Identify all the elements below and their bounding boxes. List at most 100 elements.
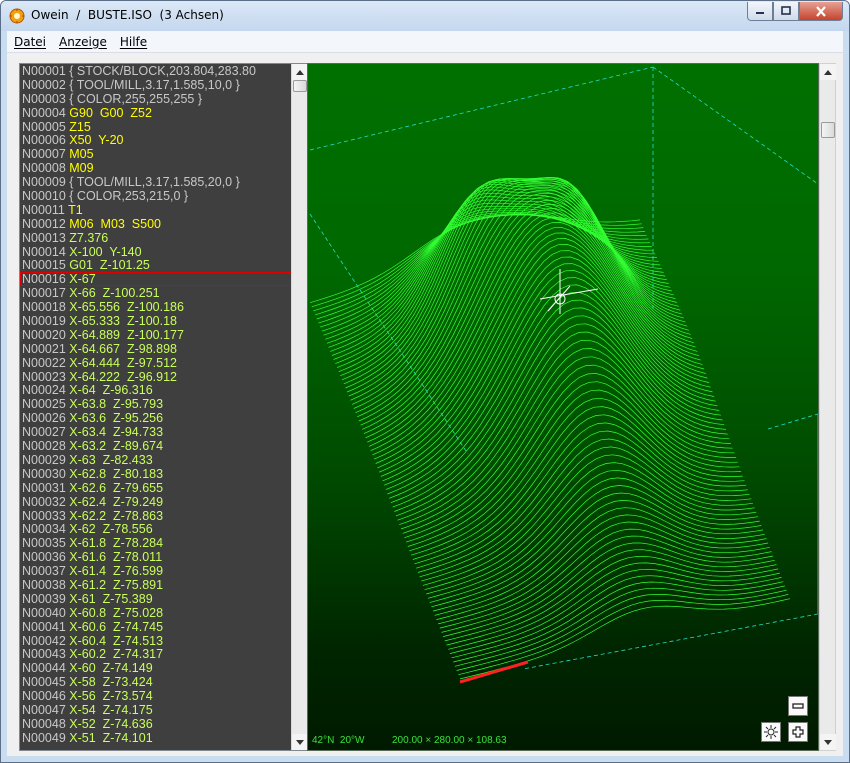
code-text: X-66 Z-100.251 <box>69 286 160 301</box>
code-text: T1 <box>68 202 83 217</box>
code-line[interactable]: N00045 X-58 Z-73.424 <box>20 675 292 689</box>
code-line[interactable]: N00035 X-61.8 Z-78.284 <box>20 536 292 550</box>
code-text: X-56 Z-73.574 <box>69 689 153 704</box>
line-number: N00007 <box>22 147 70 162</box>
code-line[interactable]: N00015 G01 Z-101.25 <box>20 258 292 272</box>
code-line[interactable]: N00014 X-100 Y-140 <box>20 245 292 259</box>
scroll-up-button[interactable] <box>292 64 308 80</box>
code-line[interactable]: N00008 M09 <box>20 161 292 175</box>
menu-hilfe[interactable]: Hilfe <box>113 35 153 49</box>
code-line[interactable]: N00027 X-63.4 Z-94.733 <box>20 425 292 439</box>
line-number: N00010 <box>22 189 70 204</box>
nc-code-list[interactable]: N00001 { STOCK/BLOCK,203.804,283.80 N0000… <box>20 64 292 750</box>
code-line[interactable]: N00023 X-64.222 Z-96.912 <box>20 370 292 384</box>
code-text: X-62.6 Z-79.655 <box>69 480 164 495</box>
code-line[interactable]: N00006 X50 Y-20 <box>20 133 292 147</box>
client-area: N00001 { STOCK/BLOCK,203.804,283.80 N0000… <box>7 53 843 756</box>
maximize-button[interactable] <box>773 2 799 21</box>
line-number: N00041 <box>22 619 70 634</box>
code-text: X-63 Z-82.433 <box>69 452 153 467</box>
code-line[interactable]: N00004 G90 G00 Z52 <box>20 106 292 120</box>
code-scrollbar[interactable] <box>291 64 308 750</box>
code-text: X-60.6 Z-74.745 <box>69 619 164 634</box>
reset-view-button[interactable] <box>761 722 781 742</box>
code-line[interactable]: N00021 X-64.667 Z-98.898 <box>20 342 292 356</box>
viewport-scroll-up[interactable] <box>820 64 836 80</box>
code-line[interactable]: N00001 { STOCK/BLOCK,203.804,283.80 <box>20 64 292 78</box>
code-line[interactable]: N00013 Z7.376 <box>20 231 292 245</box>
code-line[interactable]: N00025 X-63.8 Z-95.793 <box>20 397 292 411</box>
chevron-up-icon <box>296 69 304 75</box>
mesh-contour-line <box>389 292 720 499</box>
line-number: N00040 <box>22 605 70 620</box>
code-line[interactable]: N00009 { TOOL/MILL,3.17,1.585,20,0 } <box>20 175 292 189</box>
code-line[interactable]: N00034 X-62 Z-78.556 <box>20 522 292 536</box>
mesh-contour-line <box>377 244 708 469</box>
code-line[interactable]: N00019 X-65.333 Z-100.18 <box>20 314 292 328</box>
line-number: N00039 <box>22 591 70 606</box>
code-line[interactable]: N00011 T1 <box>20 203 292 217</box>
zoom-out-button[interactable] <box>788 696 808 716</box>
code-line[interactable]: N00046 X-56 Z-73.574 <box>20 689 292 703</box>
code-line[interactable]: N00020 X-64.889 Z-100.177 <box>20 328 292 342</box>
code-line[interactable]: N00033 X-62.2 Z-78.863 <box>20 509 292 523</box>
viewport-scrollbar[interactable] <box>819 63 836 751</box>
code-line[interactable]: N00017 X-66 Z-100.251 <box>20 286 292 300</box>
line-number: N00015 <box>22 258 70 273</box>
scroll-down-button[interactable] <box>292 734 308 750</box>
code-text: X-64.222 Z-96.912 <box>69 369 177 384</box>
code-line[interactable]: N00044 X-60 Z-74.149 <box>20 661 292 675</box>
code-text: X-60 Z-74.149 <box>69 661 153 676</box>
code-line[interactable]: N00018 X-65.556 Z-100.186 <box>20 300 292 314</box>
code-line[interactable]: N00043 X-60.2 Z-74.317 <box>20 647 292 661</box>
menu-anzeige[interactable]: Anzeige <box>52 35 113 49</box>
3d-viewport[interactable]: 42°N 20°W 200.00 × 280.00 × 108.63 <box>307 63 819 751</box>
reset-view-icon <box>764 725 778 739</box>
minimize-button[interactable] <box>747 2 773 21</box>
code-line[interactable]: N00003 { COLOR,255,255,255 } <box>20 92 292 106</box>
zoom-in-button[interactable] <box>788 722 808 742</box>
code-line[interactable]: N00047 X-54 Z-74.175 <box>20 703 292 717</box>
code-line[interactable]: N00016 X-67 <box>20 272 292 286</box>
code-line[interactable]: N00039 X-61 Z-75.389 <box>20 592 292 606</box>
scroll-thumb[interactable] <box>293 80 307 92</box>
line-number: N00048 <box>22 716 70 731</box>
code-line[interactable]: N00032 X-62.4 Z-79.249 <box>20 495 292 509</box>
code-text: M06 M03 S500 <box>69 216 161 231</box>
line-number: N00020 <box>22 327 70 342</box>
zoom-in-icon <box>792 726 804 738</box>
code-line[interactable]: N00010 { COLOR,253,215,0 } <box>20 189 292 203</box>
code-line[interactable]: N00042 X-60.4 Z-74.513 <box>20 634 292 648</box>
code-line[interactable]: N00031 X-62.6 Z-79.655 <box>20 481 292 495</box>
code-line[interactable]: N00005 Z15 <box>20 120 292 134</box>
code-line[interactable]: N00037 X-61.4 Z-76.599 <box>20 564 292 578</box>
code-line[interactable]: N00029 X-63 Z-82.433 <box>20 453 292 467</box>
code-line[interactable]: N00030 X-62.8 Z-80.183 <box>20 467 292 481</box>
code-line[interactable]: N00024 X-64 Z-96.316 <box>20 383 292 397</box>
viewport-scroll-thumb[interactable] <box>821 122 835 138</box>
code-line[interactable]: N00012 M06 M03 S500 <box>20 217 292 231</box>
code-line[interactable]: N00002 { TOOL/MILL,3.17,1.585,10,0 } <box>20 78 292 92</box>
viewport-scroll-down[interactable] <box>820 734 836 750</box>
code-line[interactable]: N00036 X-61.6 Z-78.011 <box>20 550 292 564</box>
code-line[interactable]: N00028 X-63.2 Z-89.674 <box>20 439 292 453</box>
line-number: N00031 <box>22 480 70 495</box>
code-line[interactable]: N00038 X-61.2 Z-75.891 <box>20 578 292 592</box>
code-line[interactable]: N00041 X-60.6 Z-74.745 <box>20 620 292 634</box>
code-line[interactable]: N00040 X-60.8 Z-75.028 <box>20 606 292 620</box>
close-button[interactable] <box>799 2 843 21</box>
title-bar[interactable]: Owein / BUSTE.ISO (3 Achsen) <box>1 1 849 31</box>
mesh-contour-line <box>328 196 659 348</box>
code-line[interactable]: N00049 X-51 Z-74.101 <box>20 731 292 745</box>
line-number: N00038 <box>22 577 70 592</box>
code-line[interactable]: N00048 X-52 Z-74.636 <box>20 717 292 731</box>
code-text: Z15 <box>69 119 91 134</box>
line-number: N00036 <box>22 550 70 565</box>
code-text: X-61.4 Z-76.599 <box>69 564 164 579</box>
code-line[interactable]: N00026 X-63.6 Z-95.256 <box>20 411 292 425</box>
code-line[interactable]: N00022 X-64.444 Z-97.512 <box>20 356 292 370</box>
menu-datei[interactable]: Datei <box>7 35 52 49</box>
code-line[interactable]: N00007 M05 <box>20 147 292 161</box>
code-text: { STOCK/BLOCK,203.804,283.80 <box>69 64 256 78</box>
mesh-contour-line <box>439 528 770 629</box>
